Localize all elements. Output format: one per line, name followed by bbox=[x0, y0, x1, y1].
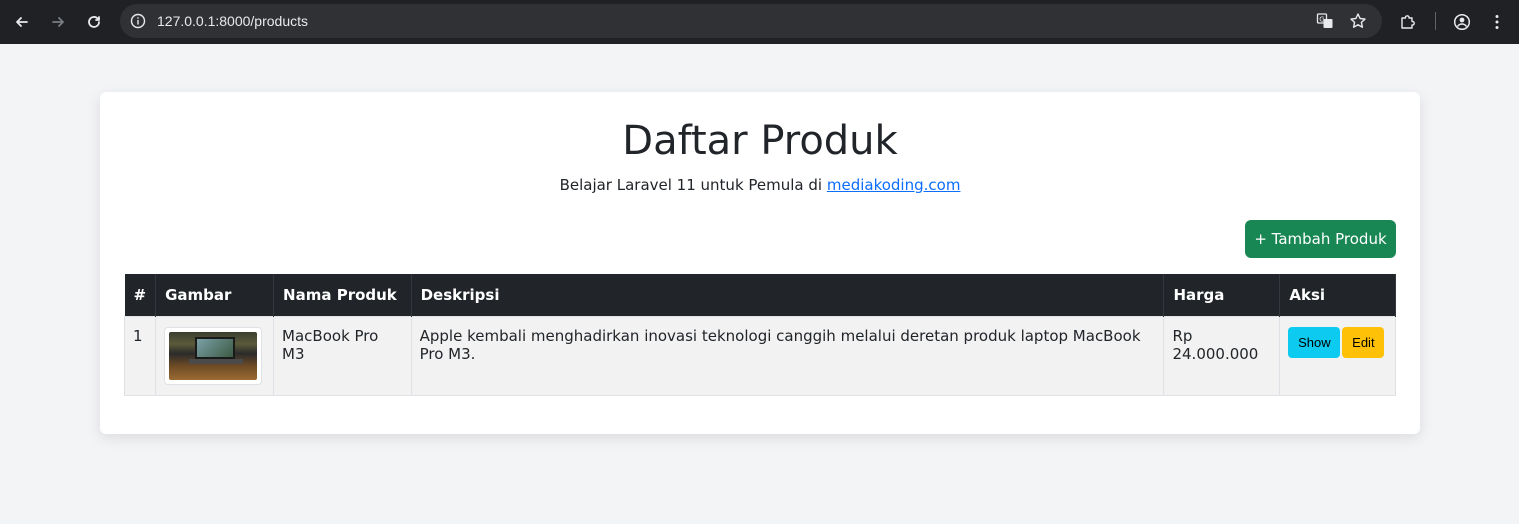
arrow-left-icon bbox=[16, 17, 28, 27]
row-description: Apple kembali menghadirkan inovasi tekno… bbox=[410, 315, 1165, 396]
mediakoding-link[interactable]: mediakoding.com bbox=[827, 176, 961, 194]
page-title: Daftar Produk bbox=[622, 118, 898, 164]
back-button[interactable] bbox=[8, 8, 36, 36]
browser-menu-button[interactable] bbox=[1485, 10, 1509, 34]
product-thumbnail bbox=[164, 326, 263, 385]
profile-icon bbox=[1453, 13, 1471, 31]
svg-text:G: G bbox=[1319, 16, 1324, 24]
table-header-row: # Gambar Nama Produk Deskripsi Harga Aks… bbox=[124, 274, 1396, 316]
column-header-price: Harga bbox=[1163, 274, 1281, 316]
toolbar-divider bbox=[1435, 12, 1436, 30]
column-header-actions: Aksi bbox=[1279, 274, 1396, 316]
puzzle-icon bbox=[1401, 15, 1415, 29]
add-product-button[interactable]: + Tambah Produk bbox=[1245, 220, 1396, 258]
laptop-image bbox=[169, 331, 258, 380]
row-price: Rp 24.000.000 bbox=[1163, 315, 1281, 396]
profile-button[interactable] bbox=[1450, 10, 1474, 34]
subtitle-text: Belajar Laravel 11 untuk Pemula di bbox=[559, 176, 823, 194]
row-actions: Show Edit bbox=[1279, 315, 1396, 396]
arrow-right-icon bbox=[52, 17, 64, 27]
product-card: Daftar Produk Belajar Laravel 11 untuk P… bbox=[100, 92, 1420, 434]
column-header-description: Deskripsi bbox=[411, 274, 1165, 316]
column-header-number: # bbox=[124, 274, 157, 316]
translate-button[interactable]: G bbox=[1315, 11, 1335, 31]
info-icon bbox=[130, 13, 146, 29]
row-product-name: MacBook Pro M3 bbox=[273, 315, 412, 396]
products-table: # Gambar Nama Produk Deskripsi Harga Aks… bbox=[123, 274, 1396, 396]
bookmark-button[interactable] bbox=[1348, 11, 1368, 31]
column-header-image: Gambar bbox=[155, 274, 275, 316]
address-bar[interactable]: 127.0.0.1:8000/products G bbox=[120, 4, 1382, 38]
edit-button[interactable]: Edit bbox=[1342, 326, 1385, 358]
extensions-button[interactable] bbox=[1396, 10, 1420, 34]
kebab-menu-icon bbox=[1495, 15, 1499, 29]
row-number: 1 bbox=[123, 315, 157, 396]
page-subtitle: Belajar Laravel 11 untuk Pemula di media… bbox=[100, 176, 1420, 194]
star-icon bbox=[1350, 13, 1366, 28]
site-info-button[interactable] bbox=[128, 11, 148, 31]
reload-button[interactable] bbox=[80, 8, 108, 36]
show-button[interactable]: Show bbox=[1288, 326, 1341, 358]
column-header-name: Nama Produk bbox=[273, 274, 412, 316]
translate-icon: G bbox=[1316, 13, 1333, 28]
reload-icon bbox=[88, 16, 100, 28]
url-text[interactable]: 127.0.0.1:8000/products bbox=[157, 4, 308, 38]
row-image-cell bbox=[155, 315, 275, 396]
forward-button[interactable] bbox=[44, 8, 72, 36]
table-row: 1 MacBook Pro M3 Apple kembali menghadir… bbox=[123, 315, 1396, 396]
browser-toolbar: 127.0.0.1:8000/products G bbox=[0, 0, 1519, 44]
